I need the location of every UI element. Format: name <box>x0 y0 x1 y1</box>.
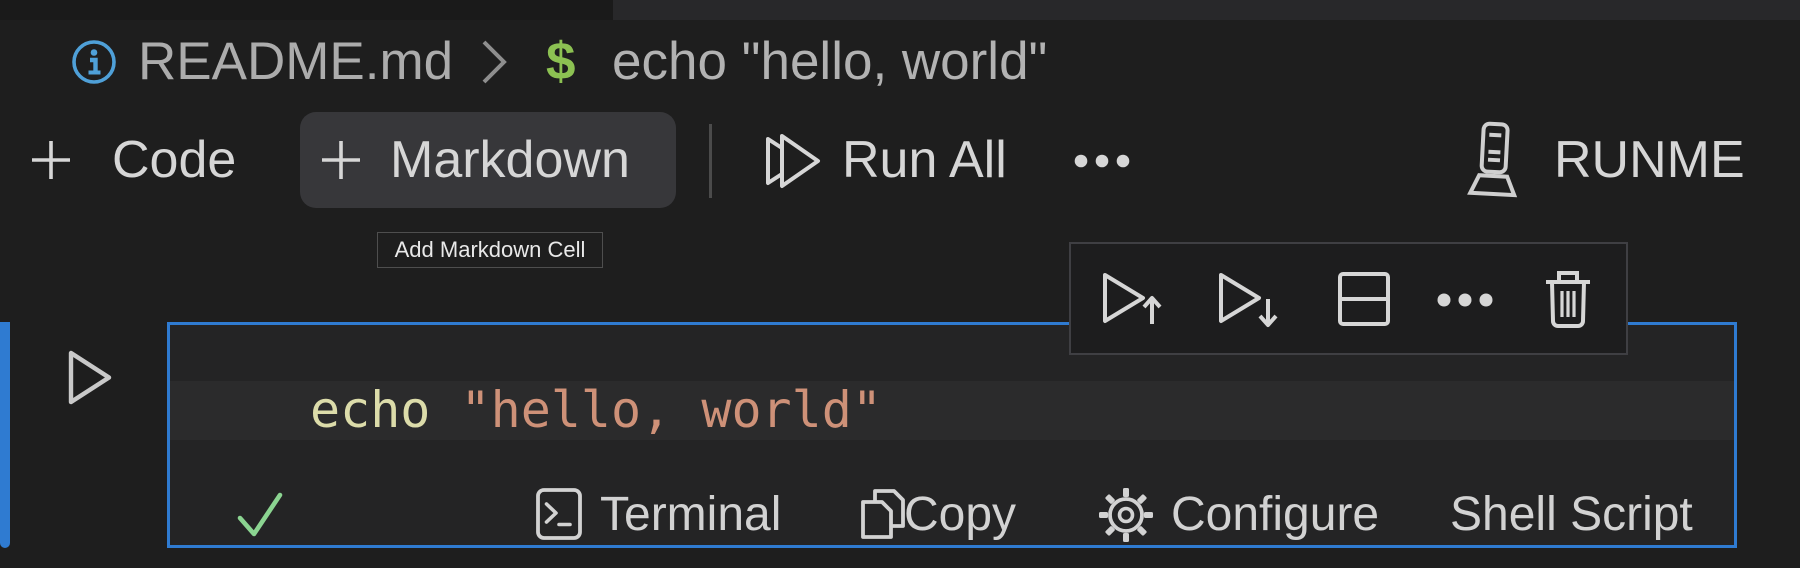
more-actions-icon[interactable] <box>1436 292 1494 308</box>
run-all-icon[interactable] <box>758 128 824 194</box>
plus-icon <box>28 137 74 183</box>
terminal-icon[interactable] <box>534 485 584 543</box>
tooltip: Add Markdown Cell <box>377 232 603 268</box>
plus-icon <box>318 137 364 183</box>
execute-above-icon[interactable] <box>1097 266 1163 332</box>
copy-icon[interactable] <box>856 484 910 544</box>
add-code-label[interactable]: Code <box>112 132 236 188</box>
run-all-label[interactable]: Run All <box>842 132 1007 188</box>
split-cell-icon[interactable] <box>1334 268 1394 330</box>
copy-button-label[interactable]: Copy <box>904 491 1016 539</box>
add-markdown-label[interactable]: Markdown <box>390 132 630 188</box>
chevron-right-icon <box>477 33 511 91</box>
runme-logo-icon <box>1460 120 1528 200</box>
gear-icon[interactable] <box>1098 487 1154 543</box>
breadcrumb-symbol-dollar[interactable]: $ <box>546 34 575 90</box>
run-cell-button[interactable] <box>66 347 116 407</box>
toolbar-separator <box>709 124 712 198</box>
terminal-button-label[interactable]: Terminal <box>600 491 781 539</box>
add-markdown-button[interactable]: Markdown <box>300 112 676 208</box>
cell-code-line[interactable]: echo "hello, world" <box>310 381 882 440</box>
success-check-icon <box>235 488 285 542</box>
active-tab-edge <box>0 0 613 20</box>
notebook-cell: echo "hello, world" Terminal Copy Config… <box>167 322 1737 548</box>
trash-icon[interactable] <box>1538 266 1598 332</box>
more-actions-icon[interactable] <box>1073 153 1131 169</box>
cell-focus-bar <box>0 322 10 548</box>
info-icon <box>70 38 118 86</box>
tab-bar-background <box>613 0 1800 20</box>
breadcrumb-command[interactable]: echo "hello, world" <box>612 34 1047 90</box>
cell-hover-toolbar <box>1069 242 1628 355</box>
execute-below-icon[interactable] <box>1213 266 1279 332</box>
configure-button-label[interactable]: Configure <box>1171 491 1379 539</box>
notebook-editor: README.md $ echo "hello, world" Code Mar… <box>0 0 1800 568</box>
language-picker-label[interactable]: Shell Script <box>1450 491 1693 539</box>
breadcrumb-file[interactable]: README.md <box>138 34 453 90</box>
runme-brand-label: RUNME <box>1554 131 1745 189</box>
